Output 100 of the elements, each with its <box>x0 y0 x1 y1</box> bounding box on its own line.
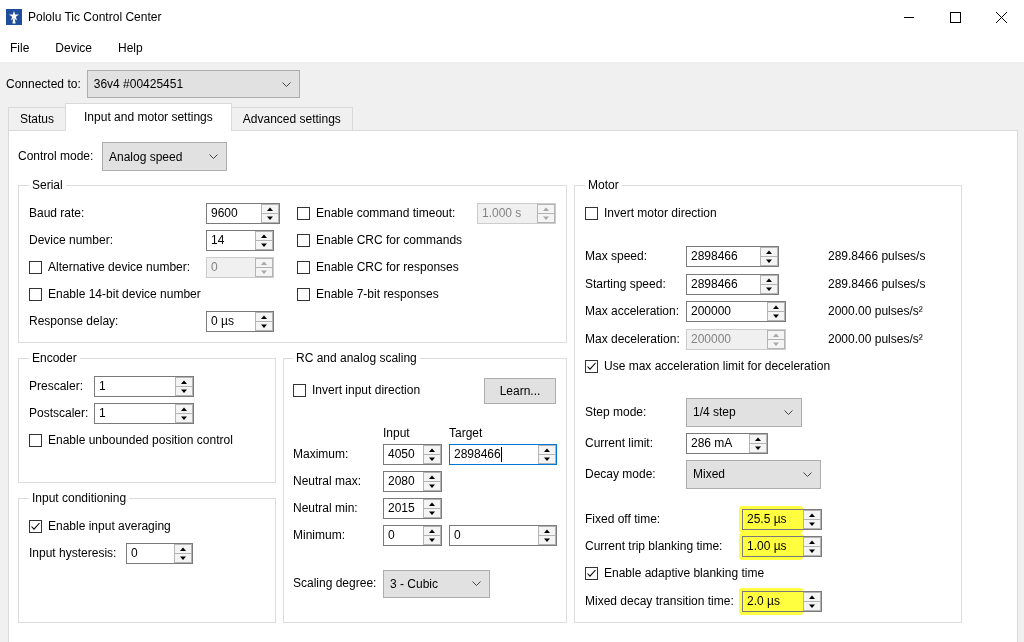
field-label: Max speed: <box>585 249 648 265</box>
spin-box[interactable]: 2898466 <box>686 246 779 268</box>
spin-arrows-icon[interactable] <box>175 377 193 396</box>
field-label: Step mode: <box>585 404 647 420</box>
checkbox[interactable] <box>293 384 306 397</box>
group-title: Motor <box>587 178 620 192</box>
spin-box[interactable]: 0 <box>126 543 193 564</box>
spin-arrows-icon[interactable] <box>803 536 821 556</box>
dropdown[interactable]: Mixed <box>686 459 821 489</box>
spin-arrows-icon[interactable] <box>760 247 778 267</box>
checkbox-label: Invert motor direction <box>604 206 717 221</box>
checkbox[interactable] <box>297 288 310 301</box>
checkbox[interactable] <box>297 261 310 274</box>
spin-box[interactable]: 2.0 µs <box>742 590 822 612</box>
column-header: Input <box>383 425 410 441</box>
spin-arrows-icon[interactable] <box>423 472 441 491</box>
learn-button[interactable]: Learn... <box>484 377 556 404</box>
checkbox-label: Enable CRC for commands <box>316 233 463 248</box>
spin-box[interactable]: 0 <box>383 525 442 546</box>
spin-arrows-icon[interactable] <box>803 509 821 529</box>
spin-box[interactable]: 9600 <box>206 203 280 224</box>
checkbox-label: Enable 7-bit responses <box>316 287 439 302</box>
menu-item[interactable]: Help <box>114 37 147 59</box>
field-label: Control mode: <box>18 149 94 164</box>
spin-box[interactable]: 200000 <box>686 301 786 323</box>
dropdown[interactable]: 1/4 step <box>686 397 802 427</box>
field-label: Prescaler: <box>29 379 84 394</box>
checkbox-label: Use max acceleration limit for deceleration <box>604 359 831 375</box>
spin-arrows-icon[interactable] <box>767 302 785 322</box>
spin-box[interactable]: 0 <box>449 525 557 546</box>
spin-box[interactable]: 2080 <box>383 471 442 492</box>
group-title: Input conditioning <box>31 491 128 505</box>
tab[interactable]: Advanced settings <box>230 107 353 131</box>
field-label: Max deceleration: <box>585 331 680 347</box>
spin-arrows-icon[interactable] <box>423 526 441 545</box>
checkbox-label: Enable input averaging <box>48 519 171 534</box>
field-label: Baud rate: <box>29 206 85 221</box>
checkbox[interactable] <box>29 434 42 447</box>
spin-arrows-icon[interactable] <box>255 312 273 331</box>
checkbox[interactable] <box>585 207 598 220</box>
field-label: Starting speed: <box>585 276 666 292</box>
spin-arrows-icon[interactable] <box>803 591 821 611</box>
tab[interactable]: Status <box>8 107 67 131</box>
spin-box[interactable]: 1.00 µs <box>742 535 822 557</box>
dropdown[interactable]: Analog speed <box>102 142 227 171</box>
checkbox[interactable] <box>585 567 598 581</box>
spin-arrows-icon[interactable] <box>538 526 556 545</box>
spin-box[interactable]: 14 <box>206 230 274 251</box>
field-label: Fixed off time: <box>585 511 661 527</box>
spin-arrows-icon[interactable] <box>760 274 778 294</box>
dropdown[interactable]: 36v4 #00425451 <box>86 70 300 98</box>
spin-box[interactable]: 4050 <box>383 444 442 465</box>
field-label: Postscaler: <box>29 406 89 421</box>
spin-arrows-icon[interactable] <box>423 499 441 518</box>
spin-box[interactable]: 286 mA <box>686 432 768 454</box>
checkbox[interactable] <box>29 288 42 301</box>
chevron-down-icon <box>803 471 812 477</box>
field-label: Scaling degree: <box>293 576 377 591</box>
spin-arrows-icon[interactable] <box>174 544 192 563</box>
field-label: Response delay: <box>29 314 119 329</box>
spin-arrows-icon[interactable] <box>538 445 556 464</box>
spin-box[interactable]: 0 µs <box>206 311 274 332</box>
field-label: Device number: <box>29 233 114 248</box>
field-label: Neutral min: <box>293 501 358 516</box>
chevron-down-icon <box>472 581 481 586</box>
checkbox-label: Enable command timeout: <box>316 206 456 221</box>
dropdown[interactable]: 3 - Cubic <box>383 569 490 598</box>
spin-arrows-icon[interactable] <box>255 231 273 250</box>
spin-arrows-icon[interactable] <box>749 433 767 453</box>
checkbox[interactable] <box>297 234 310 247</box>
column-header: Target <box>449 425 483 441</box>
group-title: RC and analog scaling <box>295 351 418 365</box>
menu-item[interactable]: File <box>6 37 34 59</box>
checkbox[interactable] <box>29 520 42 533</box>
spin-box[interactable]: 1 <box>94 403 194 424</box>
tab[interactable]: Input and motor settings <box>65 103 232 131</box>
checkbox-label: Invert input direction <box>312 383 421 398</box>
checkbox[interactable] <box>585 360 598 374</box>
spin-box[interactable]: 2015 <box>383 498 442 519</box>
spin-box[interactable]: 2898466 <box>686 273 779 295</box>
checkbox-label: Enable adaptive blanking time <box>604 566 765 582</box>
field-label: Neutral max: <box>293 474 362 489</box>
spin-box[interactable]: 25.5 µs <box>742 508 822 530</box>
minimize-icon <box>904 16 914 18</box>
spin-arrows-icon[interactable] <box>423 445 441 464</box>
field-label: Maximum: <box>293 447 349 462</box>
group-title: Serial <box>31 178 64 192</box>
field-label: Connected to: <box>6 76 81 92</box>
spin-box[interactable]: 1 <box>94 376 194 397</box>
chevron-down-icon <box>209 154 218 159</box>
checkbox-label: Alternative device number: <box>48 260 191 275</box>
field-label: Mixed decay transition time: <box>585 593 734 609</box>
menu-item[interactable]: Device <box>51 37 97 59</box>
chevron-down-icon <box>281 81 291 87</box>
field-label: Input hysteresis: <box>29 546 117 561</box>
spin-arrows-icon[interactable] <box>261 204 279 223</box>
spin-box[interactable]: 2898466 <box>449 444 557 465</box>
close-icon <box>995 11 1007 23</box>
field-label: Decay mode: <box>585 466 656 482</box>
spin-arrows-icon[interactable] <box>175 404 193 423</box>
